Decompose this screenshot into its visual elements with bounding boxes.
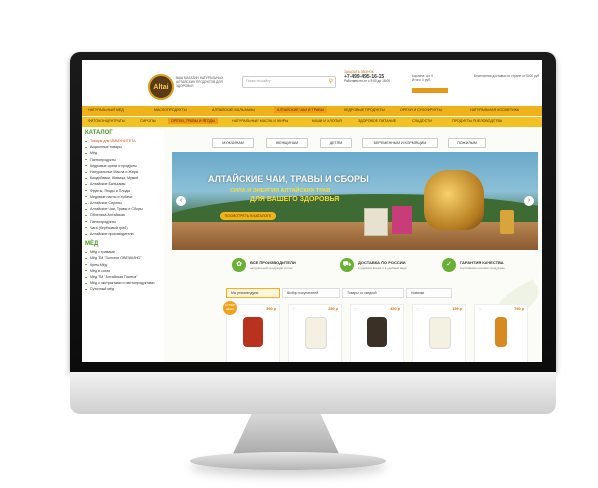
honey-item[interactable]: Суточный мёд bbox=[82, 286, 164, 292]
tab-pregnant[interactable]: БЕРЕМЕННЫМ И КОРМЯЩИМ bbox=[362, 138, 438, 148]
nav-item[interactable]: АЛТАЙСКИЕ ЧАИ И ТРАВЫ bbox=[274, 107, 327, 113]
nav-item[interactable]: АЛТАЙСКИЕ БАЛЬЗАМЫ bbox=[212, 108, 255, 112]
feature-sub: в удобное время и в удобном виде bbox=[358, 266, 407, 270]
check-icon: ✓ bbox=[442, 258, 456, 272]
tea-box-image bbox=[364, 208, 388, 236]
product-price: 250 р bbox=[328, 307, 338, 311]
honey-title: МЁД bbox=[85, 241, 99, 248]
nav-item[interactable]: СИРОПЫ bbox=[140, 119, 156, 123]
heart-icon[interactable]: ♡ bbox=[354, 307, 358, 312]
nav-item[interactable]: ЗДОРОВОЕ ПИТАНИЕ bbox=[358, 119, 396, 123]
leaf-icon: ✿ bbox=[232, 258, 246, 272]
banner-catalog-button[interactable]: ПОСМОТРЕТЬ В КАТАЛОГЕ bbox=[220, 212, 276, 220]
nav-row-1: НАТУРАЛЬНЫЙ МЁД МАСЛОПРОДУКТЫ АЛТАЙСКИЕ … bbox=[82, 106, 542, 116]
monitor-base bbox=[190, 452, 386, 470]
nav-item[interactable]: НАТУРАЛЬНЫЙ МЁД bbox=[88, 108, 124, 112]
heart-icon[interactable]: ♡ bbox=[478, 307, 482, 312]
tab-new[interactable]: Новинки bbox=[406, 288, 452, 298]
product-image bbox=[305, 317, 327, 349]
heart-icon[interactable]: ♡ bbox=[292, 307, 296, 312]
phone-note: Работаем пн-пт с 9:00 до 18:00 bbox=[344, 79, 391, 83]
cart-block[interactable]: Корзина: шт. 0 Итого: 0 руб. bbox=[412, 74, 472, 82]
product-grid: СУПЕР ЦЕНА 390 р ♡ 250 р ♡ 450 р ♡ 199 р… bbox=[223, 301, 538, 362]
product-price: 199 р bbox=[452, 307, 462, 311]
product-tabs: Мы рекомендуем Выбор покупателей Товары … bbox=[226, 288, 538, 298]
nav-item[interactable]: НАТУРАЛЬНАЯ КОСМЕТИКА bbox=[470, 108, 519, 112]
truck-icon: ⛟ bbox=[340, 258, 354, 272]
logo[interactable]: Altai bbox=[148, 74, 174, 100]
feature-title: ГАРАНТИЯ КАЧЕСТВА bbox=[460, 260, 504, 265]
nav-item[interactable]: ПРОДУКТЫ ПЧЕЛОВОДСТВА bbox=[452, 119, 502, 123]
product-card[interactable]: ♡ 250 р bbox=[288, 304, 342, 362]
samovar-image bbox=[424, 170, 484, 230]
nav-item[interactable]: МАСЛОПРОДУКТЫ bbox=[154, 108, 187, 112]
search-icon[interactable]: ⚲ bbox=[329, 78, 333, 85]
monitor-chin bbox=[70, 372, 556, 414]
product-card[interactable]: ♡ 750 р bbox=[474, 304, 528, 362]
website-screen: Altai ВАШ МАГАЗИН НАТУРАЛЬНЫХ АЛТАЙСКИХ … bbox=[82, 60, 542, 362]
heart-icon[interactable]: ♡ bbox=[416, 307, 420, 312]
product-price: 450 р bbox=[390, 307, 400, 311]
tab-men[interactable]: МУЖЧИНАМ bbox=[212, 138, 254, 148]
nav-item[interactable]: ОРЕХИ И СУХОФРУКТЫ bbox=[400, 108, 442, 112]
tea-box-image bbox=[392, 206, 412, 234]
search-input[interactable]: Поиск по сайту ⚲ bbox=[242, 76, 336, 88]
nav-item[interactable]: НАТУРАЛЬНЫЕ МАСЛА И ЖИРЫ bbox=[232, 119, 288, 123]
product-image bbox=[243, 317, 263, 347]
feature-title: ДОСТАВКА ПО РОССИИ bbox=[358, 260, 406, 265]
promo-badge: СУПЕР ЦЕНА bbox=[223, 301, 237, 315]
nav-item[interactable]: ФИТОКОНЦЕНТРАТЫ bbox=[88, 119, 125, 123]
slider-dots bbox=[348, 242, 364, 250]
catalog-item[interactable]: Алтайские производители bbox=[82, 231, 164, 237]
product-image bbox=[429, 317, 451, 349]
tab-women[interactable]: ЖЕНЩИНАМ bbox=[266, 138, 308, 148]
hero-banner[interactable]: АЛТАЙСКИЕ ЧАИ, ТРАВЫ И СБОРЫ СИЛА И ЭНЕР… bbox=[172, 152, 538, 250]
slider-prev-arrow[interactable]: ‹ bbox=[176, 196, 186, 206]
slider-next-arrow[interactable]: › bbox=[524, 196, 534, 206]
product-image bbox=[367, 317, 387, 347]
product-card[interactable]: ♡ 450 р bbox=[350, 304, 404, 362]
product-card[interactable]: ♡ 199 р bbox=[412, 304, 466, 362]
sidebar-catalog: КАТАЛОГ Товары для ИММУНИТЕТА Акционные … bbox=[82, 130, 164, 362]
product-image bbox=[495, 317, 507, 347]
banner-subtitle-2: ДЛЯ ВАШЕГО ЗДОРОВЬЯ bbox=[250, 196, 340, 203]
product-card[interactable]: СУПЕР ЦЕНА 390 р bbox=[223, 301, 280, 362]
product-price: 390 р bbox=[266, 307, 276, 311]
banner-subtitle: СИЛА И ЭНЕРГИЯ АЛТАЙСКИХ ТРАВ bbox=[230, 188, 331, 194]
honey-jar-image bbox=[500, 210, 514, 234]
cart-button[interactable] bbox=[412, 88, 448, 93]
banner-title: АЛТАЙСКИЕ ЧАИ, ТРАВЫ И СБОРЫ bbox=[208, 174, 369, 184]
site-header: Altai ВАШ МАГАЗИН НАТУРАЛЬНЫХ АЛТАЙСКИХ … bbox=[82, 60, 542, 108]
cart-sum: Итого: 0 руб. bbox=[412, 78, 431, 83]
product-price: 750 р bbox=[514, 307, 524, 311]
catalog-title: КАТАЛОГ bbox=[85, 130, 113, 136]
tab-elderly[interactable]: ПОЖИЛЫМ bbox=[448, 138, 486, 148]
nav-item[interactable]: КЕДРОВЫЕ ПРОДУКТЫ bbox=[344, 108, 385, 112]
tab-recommended[interactable]: Мы рекомендуем bbox=[226, 288, 280, 298]
phone-block: +7-499-495-16-15 Работаем пн-пт с 9:00 д… bbox=[344, 75, 402, 84]
audience-tabs: МУЖЧИНАМ ЖЕНЩИНАМ ДЕТЯМ БЕРЕМЕННЫМ И КОР… bbox=[172, 138, 538, 148]
nav-row-2: ФИТОКОНЦЕНТРАТЫ СИРОПЫ ОРЕХИ, ТРАВЫ И ЯГ… bbox=[82, 117, 542, 127]
tab-discounts[interactable]: Товары со скидкой bbox=[342, 288, 404, 298]
tab-children[interactable]: ДЕТЯМ bbox=[320, 138, 352, 148]
monitor-stand bbox=[232, 414, 340, 456]
delivery-note: Бесплатная доставка по стране от 5000 ру… bbox=[474, 74, 540, 78]
tab-customer-choice[interactable]: Выбор покупателей bbox=[282, 288, 340, 298]
nav-item[interactable]: ОРЕХИ, ТРАВЫ И ЯГОДЫ bbox=[168, 118, 219, 124]
nav-item[interactable]: СЛАДОСТИ bbox=[412, 119, 432, 123]
feature-sub: натуральной продукции Алтая bbox=[250, 266, 293, 270]
tagline: ВАШ МАГАЗИН НАТУРАЛЬНЫХ АЛТАЙСКИХ ПРОДУК… bbox=[176, 76, 224, 88]
feature-title: ВСЕ ПРОИЗВОДИТЕЛИ bbox=[250, 260, 296, 265]
feature-sub: сертификаты на всю продукцию bbox=[460, 266, 505, 270]
search-placeholder: Поиск по сайту bbox=[246, 79, 271, 83]
nav-item[interactable]: КАШИ И ХЛОПЬЯ bbox=[312, 119, 342, 123]
